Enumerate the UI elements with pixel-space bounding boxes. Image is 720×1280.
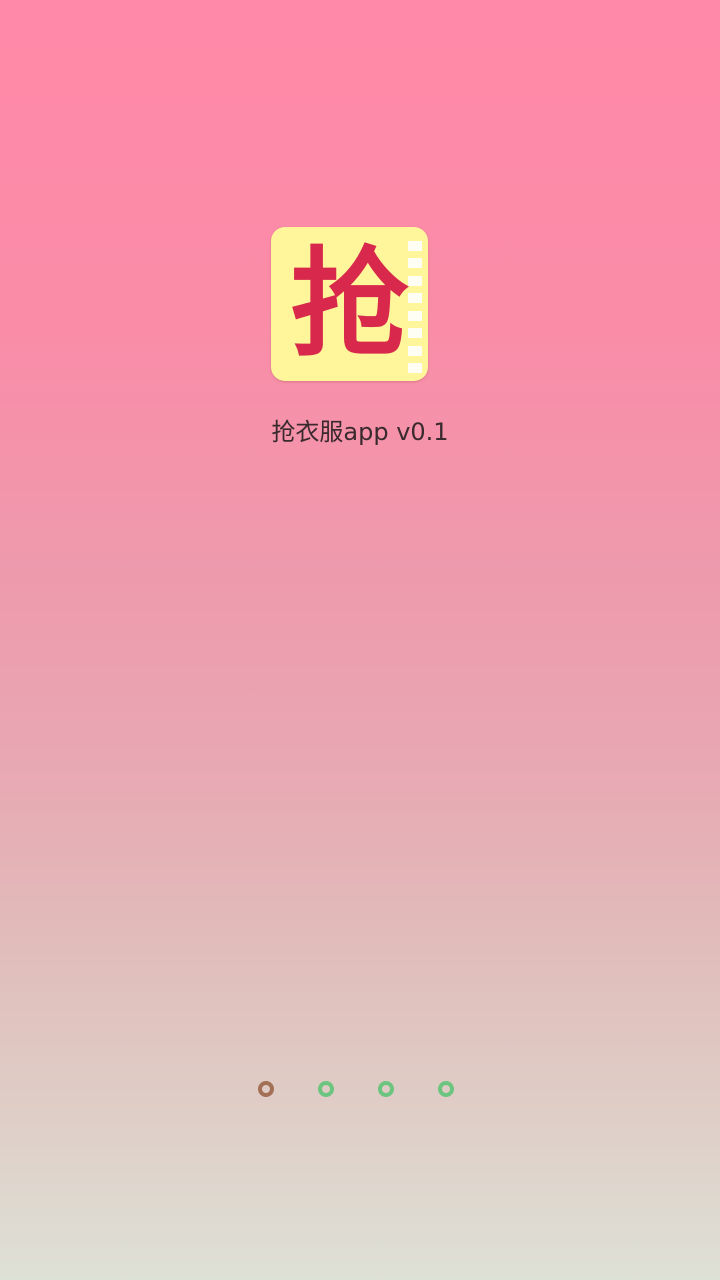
loading-indicator bbox=[0, 1081, 720, 1097]
app-logo-icon: 抢 bbox=[271, 227, 428, 381]
app-logo-perforation bbox=[408, 241, 422, 373]
loading-dot-1 bbox=[258, 1081, 274, 1097]
loading-dot-2 bbox=[318, 1081, 334, 1097]
splash-screen: 抢 抢衣服app v0.1 bbox=[0, 0, 720, 1280]
loading-dot-4 bbox=[438, 1081, 454, 1097]
loading-dot-3 bbox=[378, 1081, 394, 1097]
app-title: 抢衣服app v0.1 bbox=[271, 418, 449, 446]
app-logo-glyph: 抢 bbox=[290, 235, 409, 373]
